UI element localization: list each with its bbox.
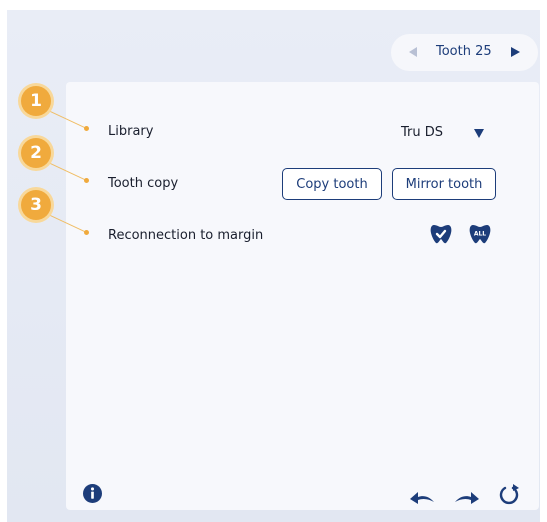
callout-badge-3: 3: [21, 190, 51, 220]
reset-icon[interactable]: [497, 482, 521, 510]
triangle-left-icon[interactable]: [409, 47, 417, 57]
callout-dot-1: [84, 126, 89, 131]
callout-badge-2: 2: [21, 138, 51, 168]
callout-badge-1: 1: [21, 86, 51, 116]
tooth-label: Tooth 25: [436, 44, 492, 59]
mirror-tooth-button[interactable]: Mirror tooth: [392, 168, 496, 200]
reconnection-label: Reconnection to margin: [108, 228, 264, 243]
tooth-navigator: Tooth 25: [391, 34, 538, 71]
library-label: Library: [108, 124, 154, 139]
tooth-check-icon[interactable]: [429, 222, 453, 246]
library-dropdown-value: Tru DS: [401, 125, 444, 140]
library-dropdown[interactable]: Tru DS: [401, 124, 501, 144]
tooth-all-icon[interactable]: ALL: [468, 222, 492, 246]
redo-icon[interactable]: [453, 487, 481, 509]
undo-icon[interactable]: [408, 487, 436, 509]
copy-tooth-button[interactable]: Copy tooth: [282, 168, 382, 200]
callout-dot-3: [84, 230, 89, 235]
settings-panel: [66, 82, 539, 510]
callout-dot-2: [84, 178, 89, 183]
info-icon[interactable]: [83, 484, 102, 507]
triangle-down-icon: [474, 129, 484, 138]
triangle-right-icon[interactable]: [511, 47, 520, 57]
tooth-all-text: ALL: [474, 231, 486, 238]
tooth-copy-label: Tooth copy: [108, 176, 179, 191]
